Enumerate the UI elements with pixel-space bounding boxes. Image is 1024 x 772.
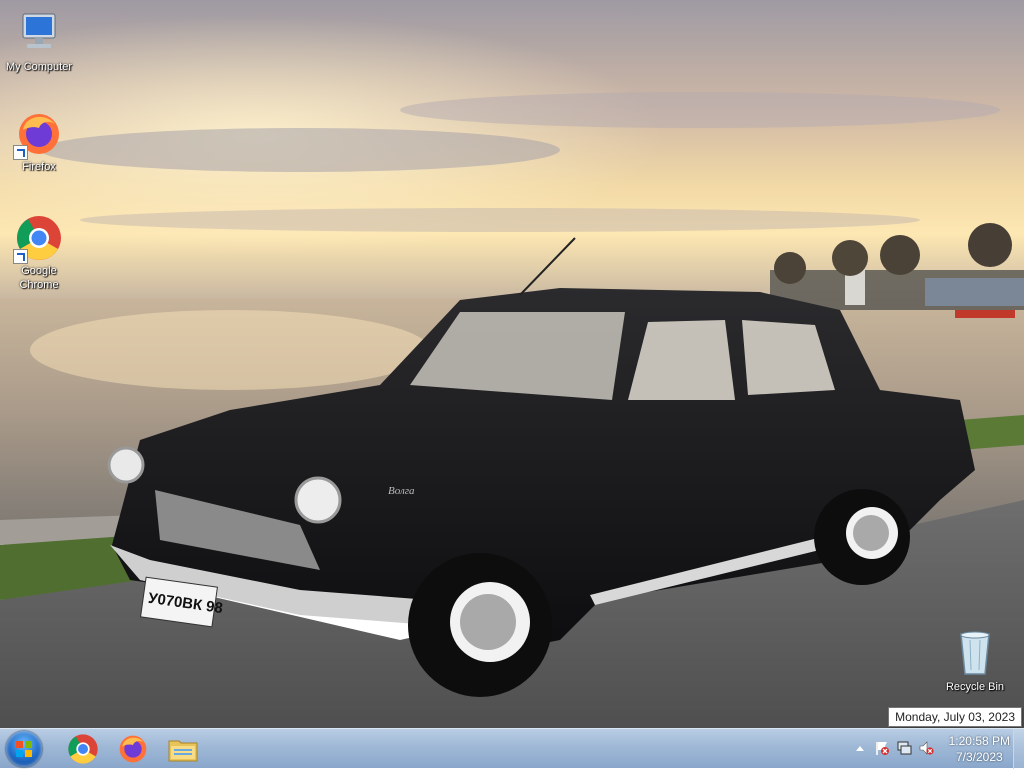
recycle-bin-label: Recycle Bin: [945, 681, 1005, 693]
show-desktop-button[interactable]: [1013, 729, 1024, 769]
car-badge-script: Волга: [388, 485, 415, 497]
volume-muted-icon[interactable]: [918, 740, 934, 756]
start-button[interactable]: [6, 731, 42, 767]
show-hidden-icons-chevron-icon[interactable]: [852, 741, 868, 757]
network-icon[interactable]: [896, 740, 912, 756]
my-computer-desktop-icon[interactable]: My Computer: [1, 10, 77, 74]
taskbar-chrome-button[interactable]: [58, 731, 108, 767]
shortcut-arrow-icon: [13, 145, 28, 160]
system-tray: 1:20:58 PM 7/3/2023: [844, 729, 1024, 769]
chrome-desktop-icon[interactable]: Google Chrome: [1, 214, 77, 292]
clock-date-tooltip: Monday, July 03, 2023: [888, 707, 1022, 727]
chrome-icon: [67, 733, 99, 765]
chrome-label: Google Chrome: [19, 265, 59, 291]
recycle-bin-desktop-icon[interactable]: Recycle Bin: [937, 630, 1013, 694]
taskbar-clock[interactable]: 1:20:58 PM 7/3/2023: [949, 733, 1010, 765]
computer-icon: [15, 10, 63, 58]
clock-date: 7/3/2023: [955, 750, 1003, 764]
firefox-label: Firefox: [22, 161, 56, 173]
desktop-wallpaper: У070ВК 98 Волга: [0, 0, 1024, 728]
chrome-icon: [13, 214, 63, 264]
firefox-icon: [13, 110, 63, 160]
recycle-bin-icon: [951, 630, 999, 678]
firefox-icon: [117, 733, 149, 765]
action-center-flag-icon[interactable]: [874, 740, 890, 756]
shortcut-arrow-icon: [13, 249, 28, 264]
firefox-desktop-icon[interactable]: Firefox: [1, 110, 77, 174]
taskbar-firefox-button[interactable]: [108, 731, 158, 767]
taskbar: 1:20:58 PM 7/3/2023: [0, 728, 1024, 769]
file-explorer-icon: [167, 733, 199, 765]
windows-logo-icon: [16, 741, 32, 757]
taskbar-file-explorer-button[interactable]: [158, 731, 208, 767]
my-computer-label: My Computer: [5, 61, 73, 73]
clock-time: 1:20:58 PM: [948, 734, 1010, 748]
